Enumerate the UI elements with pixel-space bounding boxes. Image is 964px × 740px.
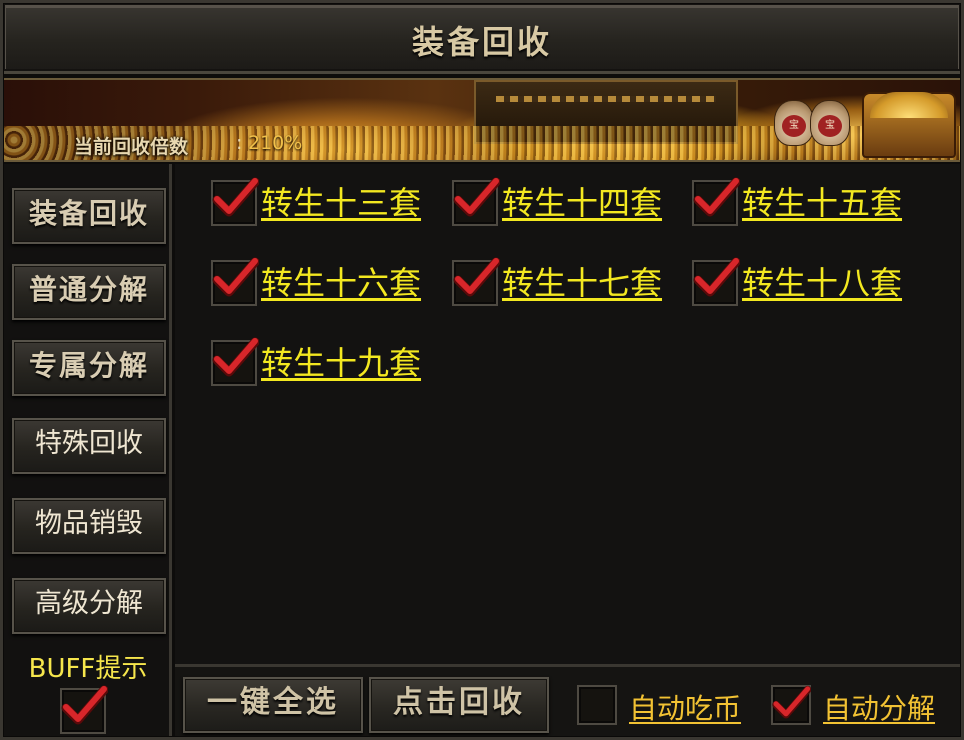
money-bag-icon: 宝: [774, 100, 814, 146]
select-all-button[interactable]: 一键全选: [183, 677, 363, 733]
set-label[interactable]: 转生十七套: [502, 258, 662, 304]
set-checkbox[interactable]: [452, 257, 500, 306]
auto-coin-checkbox[interactable]: [577, 685, 617, 725]
auto-decompose-checkbox[interactable]: [771, 685, 811, 725]
bottom-bar: 一键全选 点击回收 自动吃币 自动分解: [175, 664, 960, 736]
buff-hint-label: BUFF提示: [28, 654, 148, 684]
sidebar: 装备回收 普通分解 专属分解 特殊回收 物品销毁 高级分解 BUFF提示: [4, 164, 172, 736]
auto-coin-label[interactable]: 自动吃币: [629, 687, 741, 727]
set-checkbox[interactable]: [452, 177, 500, 226]
sidebar-item-normal-decompose[interactable]: 普通分解: [12, 264, 166, 320]
buff-hint-checkbox[interactable]: [60, 685, 108, 734]
set-checkbox[interactable]: [211, 257, 259, 306]
recycle-rate-separator: :: [236, 132, 243, 154]
recycle-button[interactable]: 点击回收: [369, 677, 549, 733]
set-checkbox[interactable]: [211, 337, 259, 386]
check-icon: [61, 685, 108, 725]
recycle-set-panel: 转生十三套 转生十四套 转生十五套 转生十六套 转生十七套 转生十八套 转生十九…: [175, 164, 960, 664]
set-label[interactable]: 转生十四套: [502, 178, 662, 224]
sidebar-item-advanced-decompose[interactable]: 高级分解: [12, 578, 166, 634]
check-icon: [453, 177, 500, 217]
sidebar-item-special-recycle[interactable]: 特殊回收: [12, 418, 166, 474]
recycle-rate-value: 210%: [248, 132, 303, 154]
check-icon: [693, 177, 740, 217]
set-label[interactable]: 转生十五套: [742, 178, 902, 224]
sidebar-item-item-destroy[interactable]: 物品销毁: [12, 498, 166, 554]
auto-decompose-label[interactable]: 自动分解: [823, 687, 935, 727]
check-icon: [212, 257, 259, 297]
treasure-chest-icon: [862, 92, 956, 158]
set-checkbox[interactable]: [692, 177, 740, 226]
set-checkbox[interactable]: [211, 177, 259, 226]
title-bar: 装备回收: [0, 0, 964, 74]
recycle-rate-label: 当前回收倍数: [74, 136, 189, 158]
check-icon: [212, 177, 259, 217]
window-title: 装备回收: [411, 23, 552, 61]
banner: 宝 宝 当前回收倍数 : 210%: [4, 78, 960, 162]
check-icon: [453, 257, 500, 297]
sidebar-item-equip-recycle[interactable]: 装备回收: [12, 188, 166, 244]
set-label[interactable]: 转生十八套: [742, 258, 902, 304]
set-label[interactable]: 转生十六套: [261, 258, 421, 304]
check-icon: [693, 257, 740, 297]
set-checkbox[interactable]: [692, 257, 740, 306]
check-icon: [772, 685, 811, 719]
sidebar-item-exclusive-decompose[interactable]: 专属分解: [12, 340, 166, 396]
money-bag-icon: 宝: [810, 100, 850, 146]
set-label[interactable]: 转生十九套: [261, 338, 421, 384]
check-icon: [212, 337, 259, 377]
set-label[interactable]: 转生十三套: [261, 178, 421, 224]
